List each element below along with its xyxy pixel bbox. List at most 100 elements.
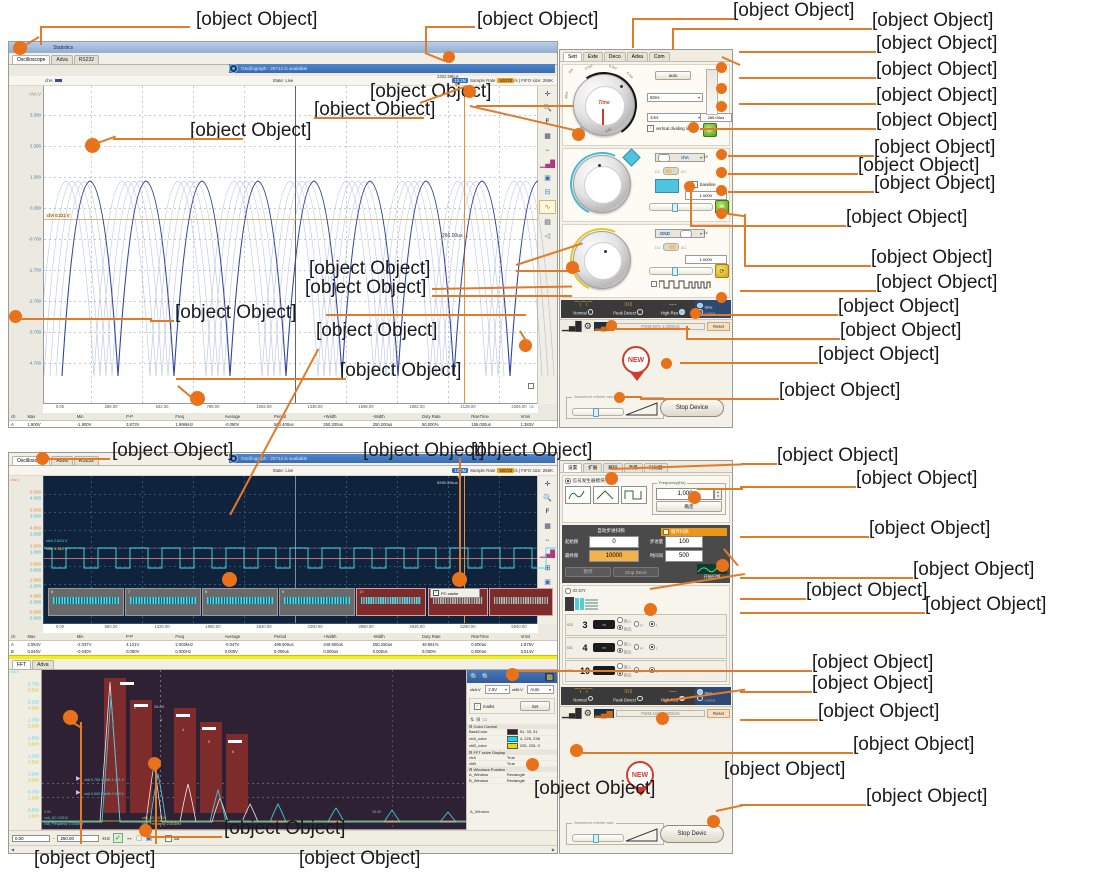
loop-sweep-checkbox[interactable]: 循环扫频	[661, 528, 727, 536]
pwm-output-settings[interactable]	[651, 279, 721, 289]
acq-normal[interactable]: ⎺⌇⎺⌇⎺ Normal	[561, 302, 606, 316]
timebase-select-2[interactable]: 1ms ▾	[647, 113, 703, 122]
voltage-gear-knob-a[interactable]	[560, 142, 644, 226]
refresh-rate-slider-2[interactable]	[572, 834, 624, 843]
channel-b-reset-button[interactable]: ⟳	[715, 264, 729, 278]
data-buffer-cell[interactable]: 7	[125, 588, 201, 616]
fft-spectrum-plot[interactable]: 2 3 4 5 6 26.00 chA 0.750 V chB 1.421 V …	[41, 670, 512, 830]
tab-rs232[interactable]: RS232	[73, 55, 100, 64]
x-tick: 1596.00	[358, 404, 374, 409]
zoom-out-icon[interactable]: 🔍	[482, 673, 491, 681]
dc-ac-coupling-toggle[interactable]: DC AC	[655, 167, 686, 175]
frequency-response-curve-icon[interactable]: ▁▄█	[562, 321, 582, 332]
device-connection-status[interactable]: Oscillograph : 20712 is available	[229, 64, 555, 73]
chb-scale-select[interactable]: Auto ▾	[527, 685, 555, 694]
refresh-rate-slider[interactable]	[572, 408, 624, 417]
io-diy-row[interactable]: IO DIY	[565, 588, 727, 594]
tab-extend[interactable]: Exte	[582, 52, 603, 61]
data-buffer-cell[interactable]: 9	[279, 588, 355, 616]
square-wave-icon[interactable]	[621, 486, 647, 504]
isolated-differential-icon[interactable]	[655, 179, 679, 193]
vertical-dividing-line-checkbox[interactable]: ✓ vertical dividing line	[647, 125, 692, 132]
buffer-switch[interactable]	[528, 383, 534, 389]
gpio-row[interactable]: IO1 4 ▪▪▪▪ 输入 输出 H L	[565, 636, 727, 659]
frequency-input[interactable]: 1,000	[656, 488, 714, 500]
fft-fit-icon[interactable]: ↔	[126, 835, 133, 842]
data-buffer-cell[interactable]: 8	[202, 588, 278, 616]
menu-item-statistics[interactable]: Statistics	[53, 45, 73, 51]
fir-digital-filter-icon[interactable]: ▁▄█	[562, 708, 582, 719]
confirm-button[interactable]: 确定	[656, 501, 722, 512]
tab-advance[interactable]: Adva	[51, 55, 73, 64]
gpio-row[interactable]: IO2 3 ▪▪▪▪ 输入 输出 H L	[565, 613, 727, 636]
frequency-stepper[interactable]: ▴ ▾	[714, 488, 722, 500]
sort-cat-icon[interactable]: ⊞	[476, 717, 480, 723]
prop-row[interactable]: chB_color 225, 225, 0	[467, 743, 557, 750]
prop-row[interactable]: BackColor 51, 33, 51	[467, 729, 557, 736]
start-freq-input[interactable]: 0	[589, 536, 639, 548]
pc-buffer-cell[interactable]	[489, 588, 553, 616]
table-row[interactable]: A 2.084V -2.037V 4.121V 2.003kHz -0.047V…	[9, 640, 557, 648]
tab-settings-cn[interactable]: 设置	[563, 463, 583, 472]
table-row[interactable]: B 0.040V -0.040V 0.080V 0.000Hz 0.000V 0…	[9, 648, 557, 655]
fft-range-to[interactable]: 250.00	[57, 834, 100, 842]
dc-ac-coupling-toggle-b[interactable]: DC AC	[655, 243, 686, 251]
zoom-in-icon[interactable]: 🔍	[470, 673, 479, 681]
tab-extend-cn[interactable]: 扩展	[583, 463, 603, 472]
sine-wave-icon[interactable]	[565, 486, 591, 504]
reset-button-2[interactable]: Reset	[707, 708, 730, 718]
timebase-select[interactable]: 50ns ▾	[647, 93, 703, 102]
software-update-link[interactable]: NEW	[622, 346, 652, 381]
pause-button[interactable]: 暂停	[565, 567, 611, 577]
cha-label: chA:V	[470, 687, 481, 692]
callout-dot	[36, 452, 49, 465]
step-input[interactable]: 100	[665, 536, 703, 548]
cha-scale-select[interactable]: 2.5V ▾	[485, 685, 511, 694]
user-calibration-icon[interactable]: ⚙	[584, 321, 592, 332]
marks-checkbox[interactable]: ✓ marks	[474, 702, 494, 710]
tab-oscilloscope[interactable]: Oscilloscope	[12, 55, 51, 64]
interval-input[interactable]: 500	[665, 550, 703, 562]
tab-settings[interactable]: Sett	[563, 52, 582, 61]
callout-dot	[661, 358, 672, 369]
cell-ch: A	[9, 640, 26, 648]
fft-set-button[interactable]: Set	[520, 701, 550, 711]
oscilloscope-channel-select[interactable]: chA ▾	[655, 153, 705, 162]
sort-az-icon[interactable]: ⇅	[470, 717, 474, 723]
data-buffer-cell[interactable]: 6	[48, 588, 124, 616]
prop-row[interactable]: chA_color 4, 225, 238	[467, 736, 557, 743]
fft-advanced-settings-icon[interactable]: ▩	[545, 672, 554, 681]
waveform-plot-2[interactable]: 5990.59kus ▼ chA 2.624 V chB 1.312 V 6 7…	[43, 475, 556, 624]
auto-button[interactable]: auto	[655, 71, 691, 80]
tab-fft-advanced[interactable]: Adva	[32, 660, 54, 669]
tab-advance[interactable]: Adva	[626, 52, 649, 61]
tab-fft[interactable]: FFT	[12, 660, 32, 669]
reset-button[interactable]: Reset	[707, 322, 730, 331]
acq-peak-detect-2[interactable]: ⁞⌇⌇⌇⁞ Peak Detect	[606, 689, 651, 702]
acq-normal-2[interactable]: ⎺⌇⎺⌇⎺ Normal	[561, 689, 606, 702]
fft-apply-icon[interactable]: ✓	[113, 833, 123, 843]
tab-compare[interactable]: Com	[649, 52, 670, 61]
stop-sweep-button[interactable]: Stop Devic	[613, 567, 659, 577]
end-freq-input[interactable]: 10000	[589, 550, 639, 562]
table-row[interactable]: A 1.900V -1.900V 3.873V 1.998kHz -0.090V…	[9, 420, 557, 427]
acq-peak-detect[interactable]: ⁞⌇⌇⌇⁞ Peak Detect	[606, 302, 651, 316]
data-buffer-cell-active[interactable]: 10	[356, 588, 426, 616]
gpio-connector-icon[interactable]	[565, 595, 599, 613]
prop-page-icon[interactable]: ▭	[482, 717, 487, 723]
acq-high-res[interactable]: ⌁⌁⌁ High-Res	[650, 302, 695, 316]
pc-cache-checkbox[interactable]: ✓ PC cache	[430, 588, 480, 598]
custom-probe-select[interactable]: GND ▾	[655, 229, 705, 238]
annotation-fft-spectrum-waveform: [object Object]	[34, 848, 156, 869]
offset-slider-a[interactable]	[649, 203, 713, 212]
device-start-stop-button[interactable]: Stop Device	[660, 399, 724, 417]
offset-slider-b[interactable]	[649, 267, 713, 276]
tab-decode[interactable]: Deco	[603, 52, 626, 61]
user-calibration-icon-2[interactable]: ⚙	[584, 708, 592, 719]
historical-measurement-waveform-icon[interactable]: ▂▄▆	[593, 708, 614, 718]
triangle-wave-icon[interactable]	[593, 486, 619, 504]
connection-indicator-icon	[229, 64, 238, 73]
voltage-gear-knob-b[interactable]	[560, 218, 644, 302]
fft-range-from[interactable]: 0.00	[12, 834, 50, 842]
refresh-button[interactable]: ⟳	[703, 123, 717, 137]
